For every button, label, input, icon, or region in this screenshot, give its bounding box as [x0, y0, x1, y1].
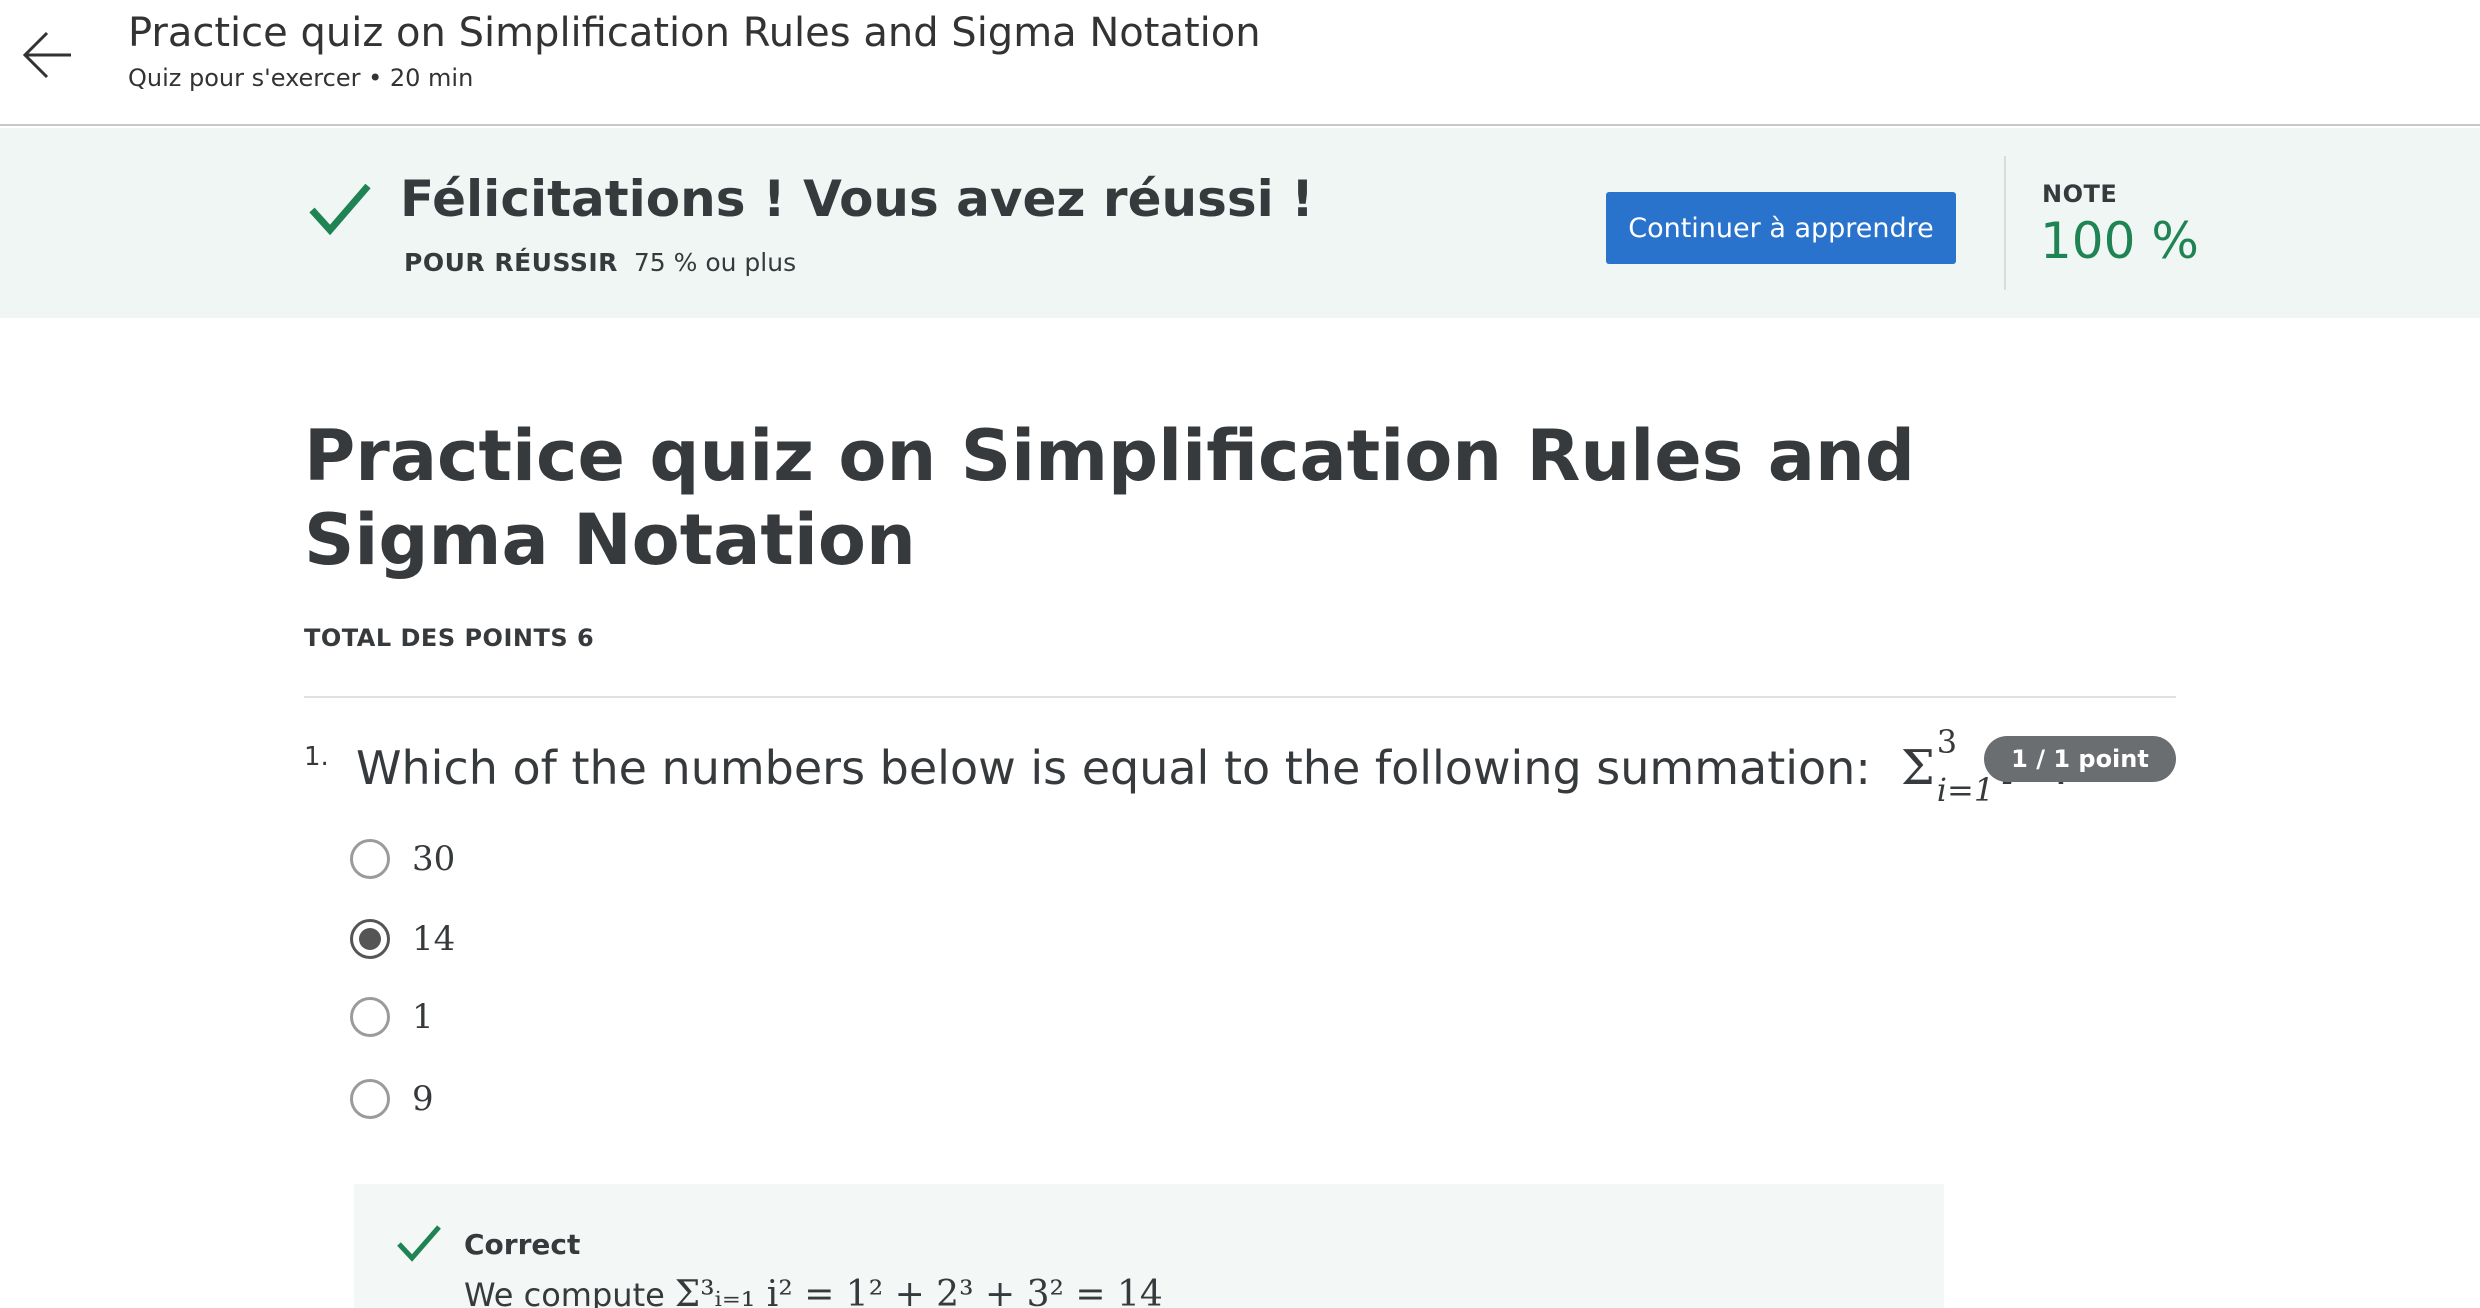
- question-prompt: Which of the numbers below is equal to t…: [356, 741, 1871, 795]
- congratulations-heading: Félicitations ! Vous avez réussi !: [400, 170, 1314, 228]
- grade-value: 100 %: [2040, 212, 2199, 270]
- sigma-symbol: Σ: [1900, 740, 1935, 796]
- feedback-math: Σ³ᵢ₌₁ i² = 1² + 2³ + 3² = 14: [674, 1274, 1163, 1308]
- total-points: TOTAL DES POINTS 6: [304, 624, 595, 652]
- pass-requirement-label: POUR RÉUSSIR: [404, 248, 618, 277]
- top-header: Practice quiz on Simplification Rules an…: [0, 0, 2480, 126]
- sigma-lower-limit: i=1: [1936, 771, 1995, 809]
- radio-button[interactable]: [350, 997, 390, 1037]
- feedback-explanation: We compute Σ³ᵢ₌₁ i² = 1² + 2³ + 3² = 14: [464, 1274, 1163, 1308]
- checkmark-icon: [397, 1225, 441, 1262]
- header-subtitle: Quiz pour s'exercer • 20 min: [128, 64, 474, 92]
- feedback-text: We compute: [464, 1276, 665, 1308]
- option-label: 30: [412, 839, 456, 879]
- banner-divider: [2004, 156, 2006, 290]
- continue-learning-button[interactable]: Continuer à apprendre: [1606, 192, 1956, 264]
- option-label: 1: [412, 997, 434, 1037]
- radio-button-checked[interactable]: [350, 919, 390, 959]
- option-label: 9: [412, 1079, 434, 1119]
- radio-button[interactable]: [350, 839, 390, 879]
- header-title: Practice quiz on Simplification Rules an…: [128, 10, 1261, 56]
- question-text: Which of the numbers below is equal to t…: [356, 726, 2074, 806]
- quiz-title: Practice quiz on Simplification Rules an…: [304, 415, 1915, 581]
- feedback-status: Correct: [464, 1228, 581, 1261]
- answer-option[interactable]: 1: [350, 992, 750, 1042]
- arrow-left-icon: [22, 31, 71, 79]
- back-button[interactable]: [16, 24, 78, 86]
- answer-option[interactable]: 9: [350, 1074, 750, 1124]
- answer-option-selected[interactable]: 14: [350, 914, 750, 964]
- checkmark-icon: [309, 183, 371, 236]
- question-number: 1.: [304, 742, 329, 772]
- answer-option[interactable]: 30: [350, 834, 750, 884]
- radio-button[interactable]: [350, 1079, 390, 1119]
- option-label: 14: [412, 919, 456, 959]
- pass-requirement-value: 75 % ou plus: [633, 248, 797, 277]
- feedback-panel: Correct We compute Σ³ᵢ₌₁ i² = 1² + 2³ + 3…: [354, 1184, 1944, 1308]
- grade-label: NOTE: [2042, 180, 2118, 208]
- pass-requirement: POUR RÉUSSIR 75 % ou plus: [404, 248, 796, 277]
- success-banner: Félicitations ! Vous avez réussi ! POUR …: [0, 128, 2480, 318]
- divider: [304, 696, 2176, 698]
- points-badge: 1 / 1 point: [1984, 736, 2176, 782]
